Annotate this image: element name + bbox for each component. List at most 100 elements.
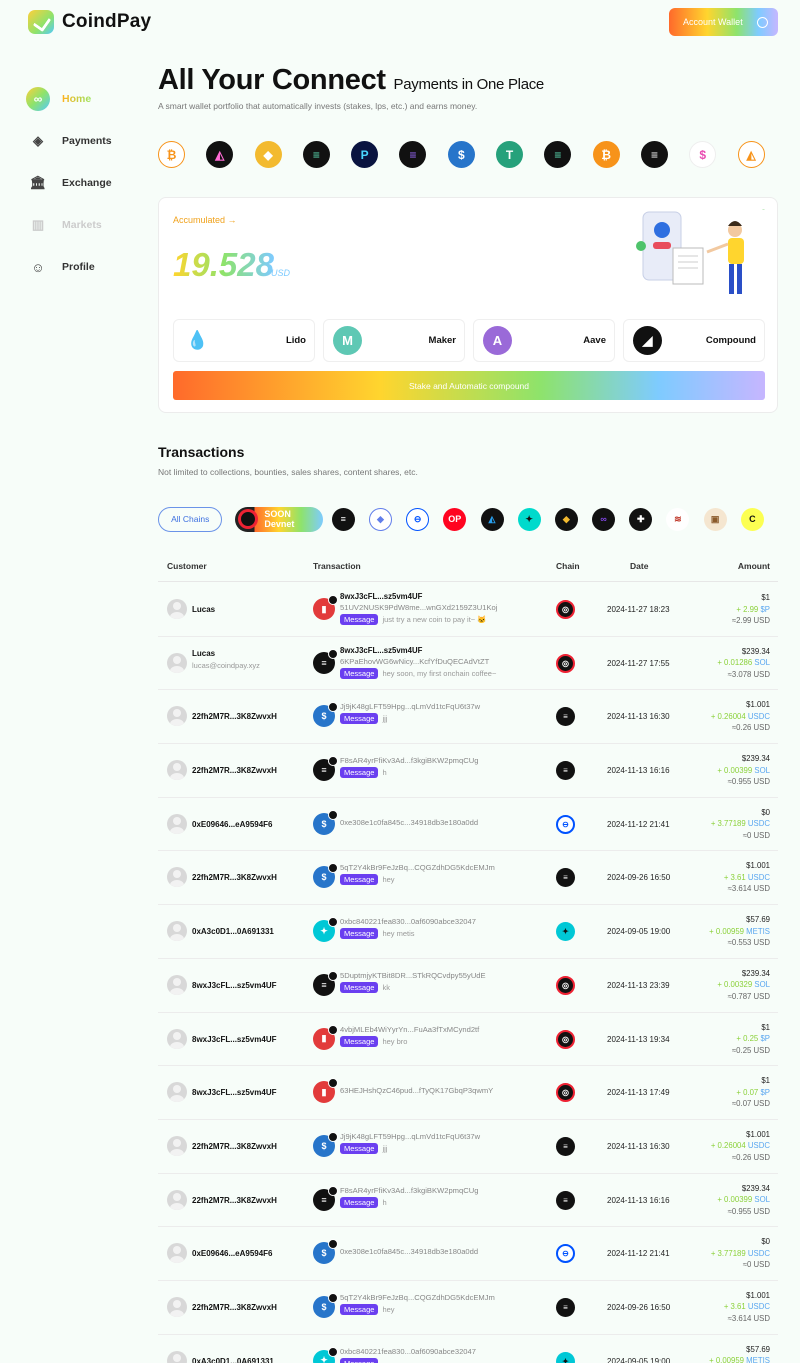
table-row[interactable]: 0xA3c0D1...0A691331 ✦ 0xbc840221fea830...0…: [158, 905, 778, 959]
table-row[interactable]: 0xE09646...eA9594F6 $0xe308e1c0fa845c...3…: [158, 798, 778, 852]
all-chains-button[interactable]: All Chains: [158, 506, 223, 532]
protocol-maker[interactable]: M Maker: [323, 319, 465, 362]
table-row[interactable]: 8wxJ3cFL...sz5vm4UF ▮ 63HEJHshQzC46pud...f…: [158, 1066, 778, 1120]
arbitrum-icon[interactable]: ◭: [737, 141, 765, 168]
tx-hash[interactable]: 4vbjMLEb4WiYyrYn...FuAa3fTxMCynd2tf: [340, 1025, 479, 1034]
amount-approx: ≈0.25 USD: [731, 1045, 770, 1055]
tx-hash[interactable]: 51UV2NUSK9PdW8me...wnGXd2159Z3U1Koj: [340, 603, 497, 612]
accumulated-link[interactable]: Accumulated →: [173, 215, 237, 225]
table-row[interactable]: 0xE09646...eA9594F6 $0xe308e1c0fa845c...3…: [158, 1227, 778, 1281]
amount-symbol: USDC: [747, 711, 770, 721]
message-text: jjj: [382, 1143, 388, 1153]
tx-hash[interactable]: 5DuptmjyKTBit8DR...STkRQCvdpy55yUdE: [340, 971, 486, 980]
table-header: Customer Transaction Chain Date Amount: [158, 552, 778, 582]
table-row[interactable]: 22fh2M7R...3K8ZwvxH $ Jj9jK48gLFT59Hpg...q…: [158, 690, 778, 745]
celo-icon[interactable]: C: [740, 507, 764, 531]
stake-button[interactable]: Stake and Automatic compound: [173, 371, 765, 400]
tx-hash[interactable]: 5qT2Y4kBr9FeJzBq...CQGZdhDG5KdcEMJm: [340, 1293, 495, 1302]
message-text: h: [382, 1197, 387, 1207]
solana-chain-icon: ≡: [556, 1297, 575, 1317]
tether-icon[interactable]: T: [496, 141, 524, 168]
metis-icon[interactable]: ✦: [517, 507, 541, 531]
table-row[interactable]: 22fh2M7R...3K8ZwvxH $5qT2Y4kBr9FeJzBq...C…: [158, 1281, 778, 1335]
amount-usd: $1.001: [746, 1290, 770, 1300]
pancake-icon[interactable]: ◭: [206, 141, 234, 168]
avatar: [167, 1296, 187, 1317]
sei-icon[interactable]: ≋: [666, 507, 690, 531]
solana-icon[interactable]: ≡: [302, 141, 330, 168]
tx-hash[interactable]: 0xbc840221fea830...0af6090abce32047: [340, 917, 476, 926]
brand-logo[interactable]: CoindPay: [28, 10, 151, 34]
message-badge: Message: [340, 614, 379, 625]
chain-badge-icon: [328, 1024, 338, 1035]
table-row[interactable]: 22fh2M7R...3K8ZwvxH $ Jj9jK48gLFT59Hpg...q…: [158, 1120, 778, 1174]
dollar-icon[interactable]: $: [689, 141, 717, 168]
solana-icon[interactable]: ≡: [331, 507, 355, 531]
bnb-icon[interactable]: ◆: [554, 507, 578, 531]
tx-message: Message hey: [340, 874, 395, 886]
sidebar-item-exchange[interactable]: 🏛 Exchange: [26, 162, 112, 204]
tx-hash[interactable]: 0xe308e1c0fa845c...34918db3e180a0dd: [340, 818, 478, 827]
usdc-icon[interactable]: $: [447, 141, 475, 168]
account-wallet-button[interactable]: Account Wallet: [669, 8, 778, 36]
protocol-compound[interactable]: ◢ Compound: [623, 319, 765, 362]
usdc-icon: $: [313, 1239, 338, 1265]
token-strip: ₿ ◭ ◆ ≡ P ≡ $ T ≡ ₿ ≡ $ ◭: [158, 141, 778, 171]
xlayer-icon[interactable]: ✚: [629, 507, 653, 531]
amount-cell: $1.001 + 0.26004 USDC ≈0.26 USD: [711, 1129, 770, 1164]
sidebar-nav: ∞ Home ◈ Payments 🏛 Exchange ▥ Markets ☺ Profile: [26, 78, 112, 288]
table-row[interactable]: Lucas lucas@coindpay.xyz ≡ 8wxJ3cFL...sz5vm…: [158, 637, 778, 691]
solana-icon[interactable]: ≡: [399, 141, 427, 168]
bitcoin-icon[interactable]: ₿: [592, 141, 620, 168]
bitcoin-icon[interactable]: ₿: [158, 141, 185, 168]
tx-hash[interactable]: 0xe308e1c0fa845c...34918db3e180a0dd: [340, 1247, 478, 1256]
solana-icon[interactable]: ≡: [544, 141, 572, 168]
sidebar-item-home[interactable]: ∞ Home: [26, 78, 112, 120]
bnb-icon[interactable]: ◆: [254, 141, 282, 168]
sidebar-item-profile[interactable]: ☺ Profile: [26, 246, 112, 288]
avatar: [167, 1135, 187, 1156]
tx-hash[interactable]: 0xbc840221fea830...0af6090abce32047: [340, 1347, 476, 1356]
optimism-icon[interactable]: OP: [443, 507, 467, 531]
arbitrum-icon[interactable]: ◭: [480, 507, 504, 531]
message-text: hey: [382, 875, 395, 885]
soon-devnet-chip[interactable]: SOON Devnet: [235, 506, 323, 532]
scroll-icon[interactable]: ▣: [703, 507, 727, 531]
table-row[interactable]: 22fh2M7R...3K8ZwvxH $5qT2Y4kBr9FeJzBq...C…: [158, 851, 778, 906]
protocol-lido[interactable]: 💧 Lido: [173, 319, 315, 362]
chain-badge-icon: [328, 970, 338, 981]
tx-hash[interactable]: Jj9jK48gLFT59Hpg...qLmVd1tcFqU6t37w: [340, 702, 480, 711]
chain-badge-icon: [328, 1185, 338, 1196]
customer-name: 8wxJ3cFL...sz5vm4UF: [192, 1088, 277, 1098]
amount-value: + 0.26004: [710, 711, 746, 721]
amount-token: + 0.01286 SOL: [717, 657, 770, 669]
tx-hash[interactable]: Jj9jK48gLFT59Hpg...qLmVd1tcFqU6t37w: [340, 1132, 480, 1141]
tx-hash[interactable]: 63HEJHshQzC46pud...fTyQK17GbqP3qwmY: [340, 1086, 493, 1095]
tx-hash[interactable]: F8sAR4yrFfiKv3Ad...f3kgiBKW2pmqCUg: [340, 756, 478, 765]
layers-icon[interactable]: ≡: [640, 141, 668, 168]
tx-hash[interactable]: F8sAR4yrFfiKv3Ad...f3kgiBKW2pmqCUg: [340, 1186, 478, 1195]
tx-hash[interactable]: 5qT2Y4kBr9FeJzBq...CQGZdhDG5KdcEMJm: [340, 863, 495, 872]
tx-hash[interactable]: 6KPaEhovWG6wNicy...KcfYfDuQECAdVtZT: [340, 657, 489, 666]
table-row[interactable]: Lucas ▮ 8wxJ3cFL...sz5vm4UF 51UV2NUSK9PdW8m…: [158, 583, 778, 637]
protocol-aave[interactable]: A Aave: [473, 319, 615, 362]
tx-date: 2024-09-05 19:00: [607, 1356, 671, 1363]
customer-name: 0xE09646...eA9594F6: [192, 819, 273, 829]
table-row[interactable]: 0xA3c0D1...0A691331 ✦ 0xbc840221fea830...0…: [158, 1335, 778, 1363]
customer-name: 22fh2M7R...3K8ZwvxH: [192, 712, 277, 722]
table-row[interactable]: 8wxJ3cFL...sz5vm4UF ▮ 4vbjMLEb4WiYyrYn...F…: [158, 1013, 778, 1067]
message-badge: Message: [340, 1035, 379, 1047]
amount-value: + 0.00959: [709, 1356, 744, 1363]
table-row[interactable]: 22fh2M7R...3K8ZwvxH ≡ F8sAR4yrFfiKv3Ad...f…: [158, 744, 778, 798]
sidebar-item-payments[interactable]: ◈ Payments: [26, 120, 112, 162]
accumulated-card: Accumulated → 19.528 USD ⟳ 💧 Lido M Maker A A…: [158, 197, 778, 413]
table-row[interactable]: 22fh2M7R...3K8ZwvxH ≡ F8sAR4yrFfiKv3Ad...f…: [158, 1174, 778, 1228]
title-main: All Your Connect: [158, 64, 386, 96]
ethereum-icon[interactable]: ◆: [368, 507, 392, 531]
sidebar-item-markets[interactable]: ▥ Markets: [26, 204, 112, 246]
base-icon[interactable]: ⊖: [406, 507, 430, 531]
polygon-icon[interactable]: ∞: [592, 507, 616, 531]
amount-token: + 3.77189 USDC: [711, 1248, 770, 1260]
table-row[interactable]: 8wxJ3cFL...sz5vm4UF ≡ 5DuptmjyKTBit8DR...S…: [158, 959, 778, 1013]
pyth-icon[interactable]: P: [351, 141, 379, 168]
